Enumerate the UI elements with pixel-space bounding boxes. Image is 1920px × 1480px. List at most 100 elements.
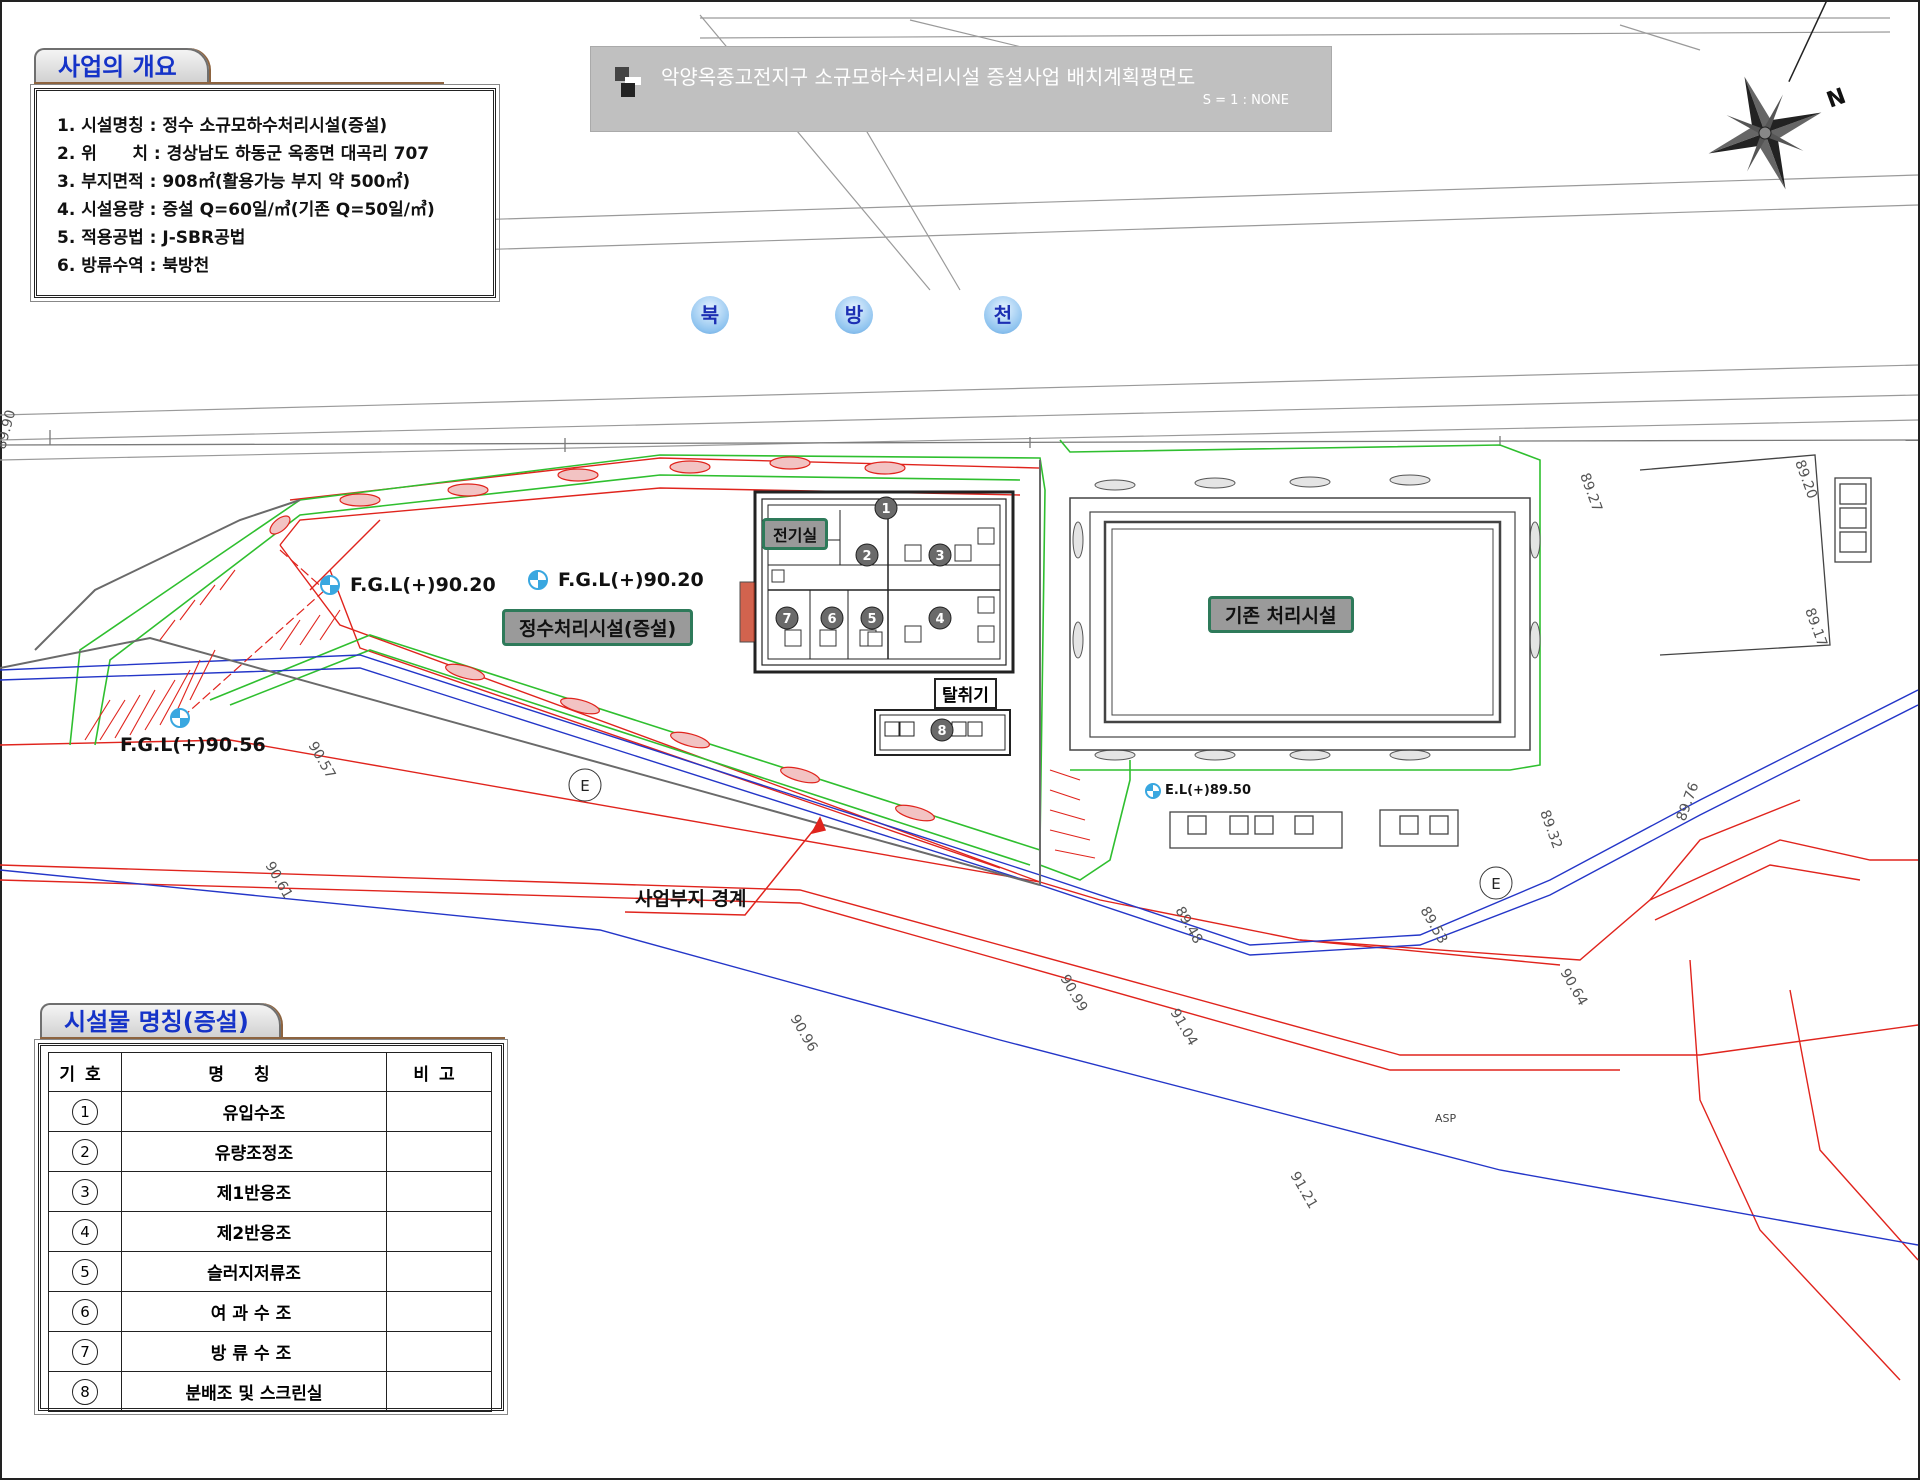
legend-row: 8 분배조 및 스크린실	[48, 1371, 492, 1412]
legend-name-3: 제1반응조	[121, 1171, 387, 1212]
title-logo-icon	[615, 67, 641, 97]
title-band: 악양옥종고전지구 소규모하수처리시설 증설사업 배치계획평면도 S = 1 : …	[590, 46, 1332, 132]
svg-text:ASP: ASP	[1435, 1112, 1457, 1125]
legend-heading: 시설물 명칭(증설)	[40, 1003, 281, 1039]
overview-heading: 사업의 개요	[34, 48, 209, 84]
river-name-char-3: 천	[984, 296, 1022, 334]
dashed-guides	[184, 549, 326, 716]
legend-symbol-6: 6	[72, 1298, 98, 1325]
svg-text:1: 1	[881, 502, 890, 517]
fgl-label-3: F.G.L(+)90.56	[120, 734, 266, 756]
overview-heading-underline	[34, 82, 444, 85]
fgl-label-2: F.G.L(+)90.20	[558, 569, 704, 591]
legend-symbol-2: 2	[72, 1138, 98, 1165]
marker-1: 1	[874, 496, 898, 520]
svg-text:89.48: 89.48	[1172, 904, 1206, 947]
lower-structures	[1169, 454, 1872, 849]
electric-room-label: 전기실	[762, 518, 829, 550]
legend-name-2: 유량조정조	[121, 1131, 387, 1172]
svg-text:91.21: 91.21	[1287, 1169, 1321, 1212]
svg-text:2: 2	[862, 549, 871, 564]
marker-5: 5	[860, 606, 884, 630]
legend-name-1: 유입수조	[121, 1091, 387, 1132]
legend-symbol-1: 1	[72, 1098, 98, 1125]
svg-text:E: E	[1491, 875, 1500, 893]
legend-row: 6 여과수조	[48, 1291, 492, 1332]
legend-note-1	[386, 1091, 492, 1132]
svg-text:8: 8	[937, 724, 946, 739]
legend-note-3	[386, 1171, 492, 1212]
river-name-char-2: 방	[835, 296, 873, 334]
deodorizer-label: 탈취기	[934, 678, 997, 709]
legend-col-symbol: 기호	[48, 1052, 122, 1092]
new-facility-label: 정수처리시설(증설)	[502, 609, 694, 646]
overview-line-1: 1. 시설명칭 : 정수 소규모하수처리시설(증설)	[57, 116, 388, 136]
svg-text:89.17: 89.17	[1801, 606, 1830, 649]
e-marker-right: E	[1479, 866, 1513, 900]
site-boundary-label: 사업부지 경계	[635, 888, 747, 910]
legend-row: 5 슬러지저류조	[48, 1251, 492, 1292]
legend-col-note: 비고	[386, 1052, 492, 1092]
legend-row: 7 방류수조	[48, 1331, 492, 1372]
marker-7: 7	[775, 606, 799, 630]
drawing-title: 악양옥종고전지구 소규모하수처리시설 증설사업 배치계획평면도	[661, 65, 1196, 89]
svg-text:5: 5	[867, 612, 876, 627]
svg-text:90.57: 90.57	[305, 739, 339, 782]
overview-line-6: 6. 방류수역 : 북방천	[57, 256, 210, 276]
overview-line-5: 5. 적용공법 : J-SBR공법	[57, 228, 246, 248]
overview-box: 1. 시설명칭 : 정수 소규모하수처리시설(증설) 2. 위 치 : 경상남도…	[30, 84, 500, 302]
legend-symbol-4: 4	[72, 1218, 98, 1245]
svg-text:90.64: 90.64	[1557, 966, 1591, 1009]
legend-header-row: 기호 명칭 비고	[48, 1052, 492, 1092]
legend-note-7	[386, 1331, 492, 1372]
svg-text:89.27: 89.27	[1576, 471, 1605, 514]
legend-note-2	[386, 1131, 492, 1172]
legend-note-6	[386, 1291, 492, 1332]
legend-name-7: 방류수조	[121, 1331, 387, 1372]
legend-symbol-5: 5	[72, 1258, 98, 1285]
legend-symbol-3: 3	[72, 1178, 98, 1205]
legend-note-8	[386, 1371, 492, 1412]
legend-row: 3 제1반응조	[48, 1171, 492, 1212]
compass-north-label: N	[1824, 84, 1850, 114]
existing-facility-label: 기존 처리시설	[1208, 596, 1354, 633]
legend-name-5: 슬러지저류조	[121, 1251, 387, 1292]
svg-text:90.99: 90.99	[1057, 972, 1091, 1015]
overview-line-4: 4. 시설용량 : 증설 Q=60일/㎥(기존 Q=50일/㎥)	[57, 200, 435, 220]
drawing-scale: S = 1 : NONE	[1202, 93, 1289, 108]
river-name-char-1: 북	[691, 296, 729, 334]
legend-note-4	[386, 1211, 492, 1252]
svg-text:6: 6	[827, 612, 836, 627]
legend-symbol-7: 7	[72, 1338, 98, 1365]
legend-col-name: 명칭	[121, 1052, 387, 1092]
marker-3: 3	[928, 543, 952, 567]
legend-row: 1 유입수조	[48, 1091, 492, 1132]
legend-name-4: 제2반응조	[121, 1211, 387, 1252]
marker-6: 6	[820, 606, 844, 630]
e-marker-left: E	[568, 768, 602, 802]
legend-table: 기호 명칭 비고 1 유입수조 2 유량조정조 3 제1반응조 4 제2반응조 …	[48, 1052, 492, 1412]
green-planting-line	[69, 439, 1541, 881]
legend-name-8: 분배조 및 스크린실	[121, 1371, 387, 1412]
svg-text:90.61: 90.61	[262, 859, 296, 902]
overview-line-3: 3. 부지면적 : 908㎡(활용가능 부지 약 500㎡)	[57, 172, 411, 192]
marker-2: 2	[855, 543, 879, 567]
overview-line-2: 2. 위 치 : 경상남도 하동군 옥종면 대곡리 707	[57, 144, 430, 164]
svg-text:89.53: 89.53	[1417, 904, 1451, 947]
svg-text:89.32: 89.32	[1536, 808, 1565, 851]
svg-text:E: E	[580, 777, 589, 795]
svg-text:3: 3	[935, 549, 944, 564]
svg-text:7: 7	[782, 612, 791, 627]
compass-rose	[1708, 0, 1832, 190]
legend-symbol-8: 8	[72, 1378, 98, 1405]
marker-4: 4	[928, 606, 952, 630]
legend-heading-underline	[40, 1037, 505, 1040]
marker-8: 8	[930, 718, 954, 742]
fgl-label-1: F.G.L(+)90.20	[350, 574, 496, 596]
svg-text:90.96: 90.96	[787, 1012, 821, 1055]
el-label: E.L(+)89.50	[1165, 783, 1251, 798]
legend-row: 4 제2반응조	[48, 1211, 492, 1252]
legend-note-5	[386, 1251, 492, 1292]
legend-name-6: 여과수조	[121, 1291, 387, 1332]
svg-text:91.04: 91.04	[1167, 1006, 1201, 1049]
